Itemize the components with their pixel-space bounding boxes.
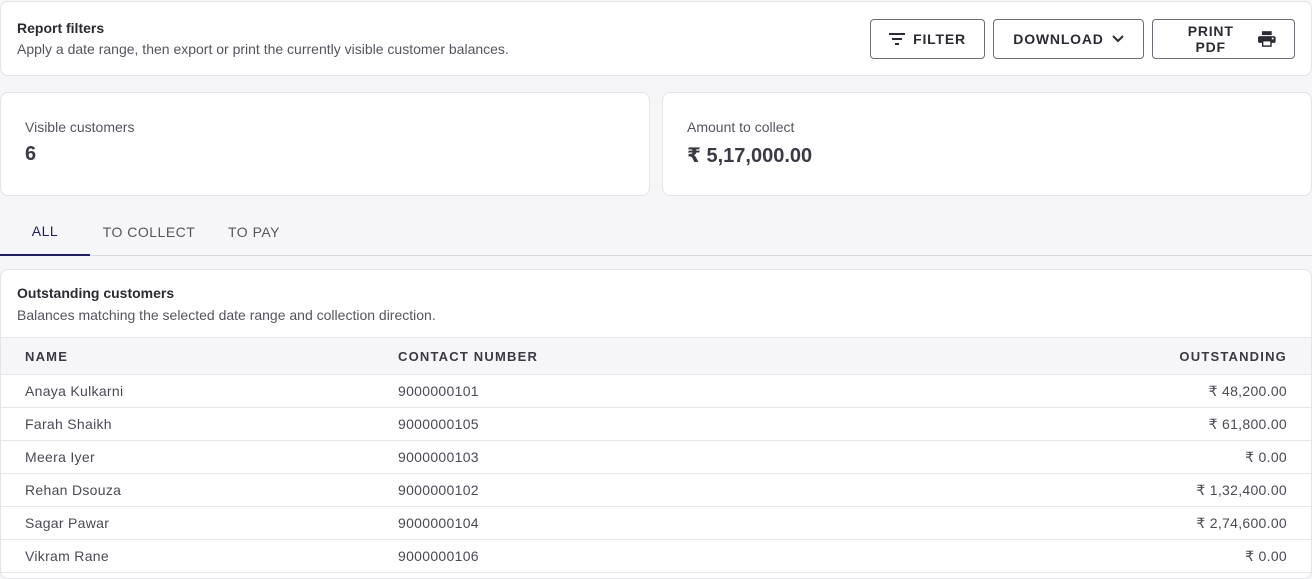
report-filters-title: Report filters (17, 20, 105, 36)
outstanding-customers-table: NAME CONTACT NUMBER OUTSTANDING Anaya Ku… (1, 337, 1311, 573)
tab-to-collect[interactable]: TO COLLECT (90, 208, 208, 256)
customer-contact: 9000000102 (398, 473, 898, 507)
customer-outstanding: ₹ 0.00 (898, 539, 1311, 573)
customer-outstanding: ₹ 0.00 (898, 440, 1311, 474)
customer-contact: 9000000101 (398, 374, 898, 408)
tab-to-pay[interactable]: TO PAY (208, 208, 300, 256)
customer-name: Vikram Rane (1, 539, 398, 573)
customer-outstanding: ₹ 61,800.00 (898, 407, 1311, 441)
visible-customers-card: Visible customers 6 (0, 92, 650, 196)
outstanding-customers-header: Outstanding customers Balances matching … (1, 270, 1311, 337)
table-header-row: NAME CONTACT NUMBER OUTSTANDING (1, 337, 1311, 375)
customer-outstanding: ₹ 2,74,600.00 (898, 506, 1311, 540)
customer-name: Meera Iyer (1, 440, 398, 474)
customer-name: Rehan Dsouza (1, 473, 398, 507)
amount-to-collect-card: Amount to collect ₹ 5,17,000.00 (662, 92, 1312, 196)
table-row[interactable]: Rehan Dsouza 9000000102 ₹ 1,32,400.00 (1, 473, 1311, 507)
table-row[interactable]: Vikram Rane 9000000106 ₹ 0.00 (1, 539, 1311, 573)
balance-tabs: ALL TO COLLECT TO PAY (0, 208, 1312, 256)
customer-name: Anaya Kulkarni (1, 374, 398, 408)
table-row[interactable]: Farah Shaikh 9000000105 ₹ 61,800.00 (1, 407, 1311, 441)
table-row[interactable]: Sagar Pawar 9000000104 ₹ 2,74,600.00 (1, 506, 1311, 540)
printer-icon (1258, 30, 1276, 47)
table-row[interactable]: Meera Iyer 9000000103 ₹ 0.00 (1, 440, 1311, 474)
customer-name: Sagar Pawar (1, 506, 398, 540)
report-filters-card: Report filters Apply a date range, then … (0, 1, 1312, 76)
visible-customers-label: Visible customers (25, 119, 135, 135)
column-header-contact[interactable]: CONTACT NUMBER (398, 337, 898, 375)
customer-contact: 9000000105 (398, 407, 898, 441)
report-filters-text: Report filters Apply a date range, then … (17, 20, 509, 57)
column-header-outstanding[interactable]: OUTSTANDING (898, 337, 1311, 375)
chevron-down-icon (1111, 34, 1124, 42)
filter-lines-icon (889, 32, 906, 45)
amount-to-collect-label: Amount to collect (687, 119, 795, 135)
report-actions: FILTER DOWNLOAD PRINT PDF (870, 18, 1295, 59)
visible-customers-value: 6 (25, 143, 37, 165)
table-row[interactable]: Anaya Kulkarni 9000000101 ₹ 48,200.00 (1, 374, 1311, 408)
filter-button-label: FILTER (913, 30, 966, 47)
customer-contact: 9000000104 (398, 506, 898, 540)
filter-button[interactable]: FILTER (870, 18, 985, 59)
download-button[interactable]: DOWNLOAD (993, 18, 1144, 59)
report-filters-description: Apply a date range, then export or print… (17, 41, 509, 57)
customer-name: Farah Shaikh (1, 407, 398, 441)
print-pdf-button-label: PRINT PDF (1187, 22, 1234, 55)
print-pdf-button[interactable]: PRINT PDF (1152, 18, 1295, 59)
customer-contact: 9000000103 (398, 440, 898, 474)
download-button-label: DOWNLOAD (1013, 30, 1104, 47)
outstanding-customers-title: Outstanding customers (17, 285, 175, 301)
outstanding-customers-card: Outstanding customers Balances matching … (0, 269, 1312, 579)
customer-outstanding: ₹ 48,200.00 (898, 374, 1311, 408)
tab-all[interactable]: ALL (0, 208, 90, 256)
outstanding-customers-description: Balances matching the selected date rang… (17, 307, 436, 323)
customer-outstanding: ₹ 1,32,400.00 (898, 473, 1311, 507)
customer-contact: 9000000106 (398, 539, 898, 573)
amount-to-collect-value: ₹ 5,17,000.00 (687, 145, 813, 167)
column-header-name[interactable]: NAME (1, 337, 398, 375)
